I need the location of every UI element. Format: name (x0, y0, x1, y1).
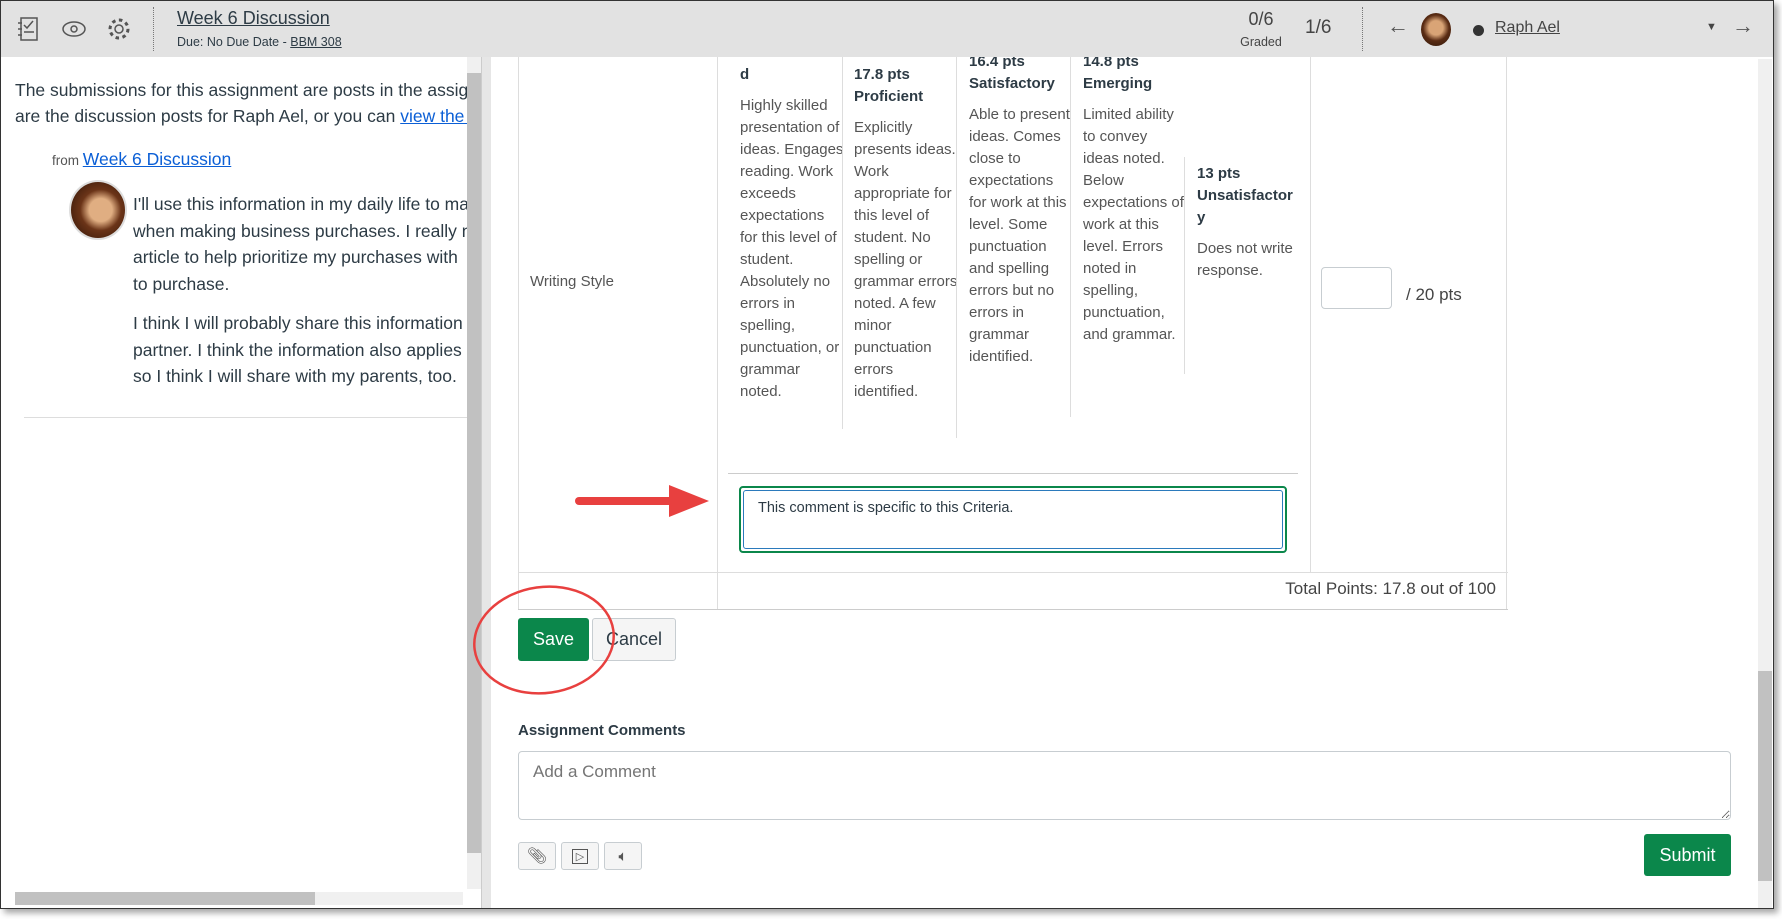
red-arrow-annotation (575, 485, 709, 517)
speedgrader-window: Week 6 Discussion Due: No Due Date - BBM… (0, 0, 1774, 909)
red-circle-annotation (473, 585, 615, 695)
annotation-overlay (473, 485, 709, 695)
